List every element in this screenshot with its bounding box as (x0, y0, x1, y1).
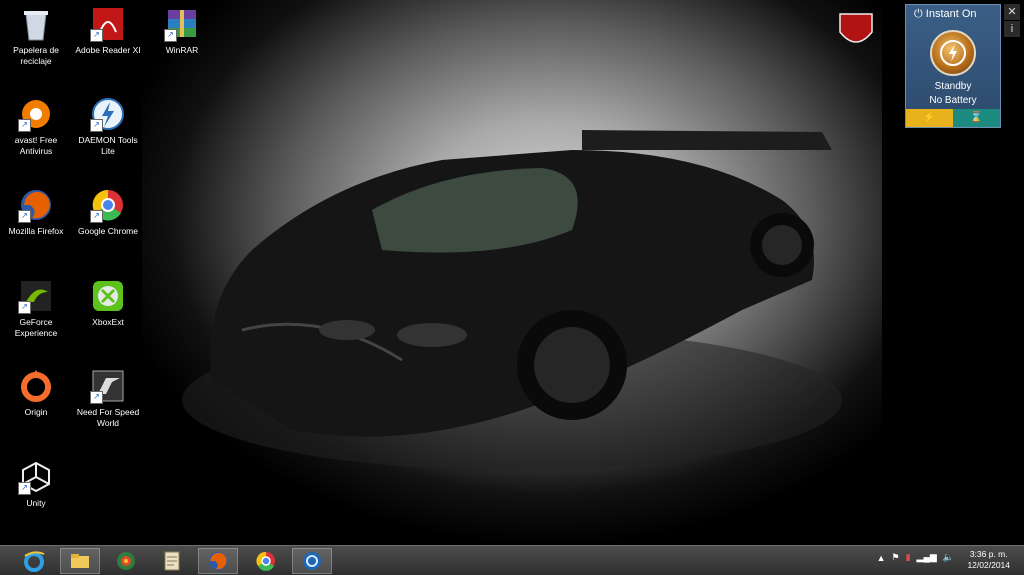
shortcut-arrow-icon: ↗ (90, 29, 103, 42)
gadget-status: Standby (934, 81, 972, 92)
gadget-close-icon[interactable]: ✕ (1004, 4, 1020, 20)
desktop-icon-label: XboxExt (92, 317, 124, 327)
system-tray: ▲ ⚑ ▮ ▂▄▆ 🔈 (877, 552, 954, 563)
desktop-icon-label: Mozilla Firefox (8, 226, 64, 236)
shortcut-arrow-icon: ↗ (18, 119, 31, 132)
desktop-icon-label: WinRAR (165, 45, 199, 55)
taskbar-notepad[interactable] (152, 548, 192, 574)
desktop-icon-xboxext[interactable]: XboxExt (74, 272, 142, 328)
nfs-icon: ↗ (90, 368, 126, 404)
flag-icon[interactable]: ⚑ (892, 552, 900, 563)
origin-icon (18, 368, 54, 404)
firefox-icon: ↗ (18, 187, 54, 223)
taskbar-chrome[interactable] (246, 548, 286, 574)
desktop-icon-geforce[interactable]: ↗ GeForce Experience (2, 272, 70, 339)
winrar-icon: ↗ (164, 6, 200, 42)
desktop-icon-label: GeForce Experience (14, 317, 58, 338)
taskbar-media-center[interactable] (106, 548, 146, 574)
desktop-icon-label: Origin (24, 407, 48, 417)
taskbar-internet-explorer[interactable] (14, 548, 54, 574)
recycle-bin-icon (18, 6, 54, 42)
desktop-icon-label: Google Chrome (77, 226, 138, 236)
xbox-icon (90, 278, 126, 314)
daemon-tools-icon: ↗ (90, 96, 126, 132)
battery-icon[interactable]: ▮ (906, 552, 911, 563)
clock-time: 3:36 p. m. (969, 549, 1008, 559)
app-icon (303, 552, 321, 570)
lightning-mode-button[interactable]: ⚡ (906, 109, 953, 127)
media-center-icon (117, 552, 135, 570)
clock-date: 12/02/2014 (967, 560, 1010, 570)
desktop-icon-adobe-reader[interactable]: ↗ Adobe Reader XI (74, 0, 142, 56)
desktop-icon-chrome[interactable]: ↗ Google Chrome (74, 181, 142, 237)
taskbar: ▲ ⚑ ▮ ▂▄▆ 🔈 3:36 p. m. 12/02/2014 (0, 545, 1024, 575)
shortcut-arrow-icon: ↗ (90, 119, 103, 132)
taskbar-firefox[interactable] (198, 548, 238, 574)
gumpert-logo-icon (839, 13, 873, 43)
hourglass-mode-button[interactable]: ⌛ (953, 109, 1000, 127)
desktop-icon-avast[interactable]: ↗ avast! Free Antivirus (2, 90, 70, 157)
show-hidden-icon[interactable]: ▲ (877, 553, 886, 563)
taskbar-clock[interactable]: 3:36 p. m. 12/02/2014 (967, 549, 1010, 571)
desktop-icon-label: Papelera de reciclaje (13, 45, 59, 66)
geforce-icon: ↗ (18, 278, 54, 314)
gadget-info-icon[interactable]: i (1004, 21, 1020, 37)
power-icon: ⏻ (914, 8, 923, 20)
desktop-icon-winrar[interactable]: ↗ WinRAR (148, 0, 216, 56)
gadget-title: Instant On (925, 8, 977, 20)
chrome-icon (256, 551, 275, 571)
internet-explorer-icon (24, 551, 45, 572)
shortcut-arrow-icon: ↗ (90, 391, 103, 404)
desktop-wallpaper (142, 0, 882, 545)
gadget-battery: No Battery (929, 95, 977, 106)
desktop-icon-firefox[interactable]: ↗ Mozilla Firefox (2, 181, 70, 237)
shortcut-arrow-icon: ↗ (90, 210, 103, 223)
taskbar-file-explorer[interactable] (60, 548, 100, 574)
firefox-icon (209, 552, 227, 570)
desktop-icon-label: DAEMON Tools Lite (78, 135, 138, 156)
desktop-icon-label: avast! Free Antivirus (14, 135, 58, 156)
desktop-icon-recycle-bin[interactable]: Papelera de reciclaje (2, 0, 70, 67)
notepad-icon (164, 551, 180, 571)
shortcut-arrow-icon: ↗ (18, 210, 31, 223)
gadget-mode-bar: ⚡ ⌛ (906, 109, 1000, 127)
desktop-icon-label: Unity (26, 498, 46, 508)
gadget-title-row: ⏻ Instant On (906, 5, 1000, 24)
desktop-icon-label: Adobe Reader XI (75, 45, 141, 55)
instant-on-gadget[interactable]: ⏻ Instant On Standby No Battery ⚡ ⌛ (905, 4, 1001, 128)
shortcut-arrow-icon: ↗ (18, 482, 31, 495)
shortcut-arrow-icon: ↗ (164, 29, 177, 42)
desktop-icon-nfs-world[interactable]: ↗ Need For Speed World (74, 362, 142, 429)
desktop-icon-daemon-tools[interactable]: ↗ DAEMON Tools Lite (74, 90, 142, 157)
power-button[interactable] (930, 30, 976, 76)
signal-icon[interactable]: ▂▄▆ (917, 552, 937, 563)
chrome-icon: ↗ (90, 187, 126, 223)
adobe-reader-icon: ↗ (90, 6, 126, 42)
shortcut-arrow-icon: ↗ (18, 301, 31, 314)
volume-icon[interactable]: 🔈 (943, 552, 954, 563)
unity-icon: ↗ (18, 459, 54, 495)
desktop-icon-unity[interactable]: ↗ Unity (2, 453, 70, 509)
taskbar-app[interactable] (292, 548, 332, 574)
desktop-icon-origin[interactable]: Origin (2, 362, 70, 418)
avast-icon: ↗ (18, 96, 54, 132)
desktop-icon-label: Need For Speed World (76, 407, 140, 428)
file-explorer-icon (71, 554, 89, 568)
